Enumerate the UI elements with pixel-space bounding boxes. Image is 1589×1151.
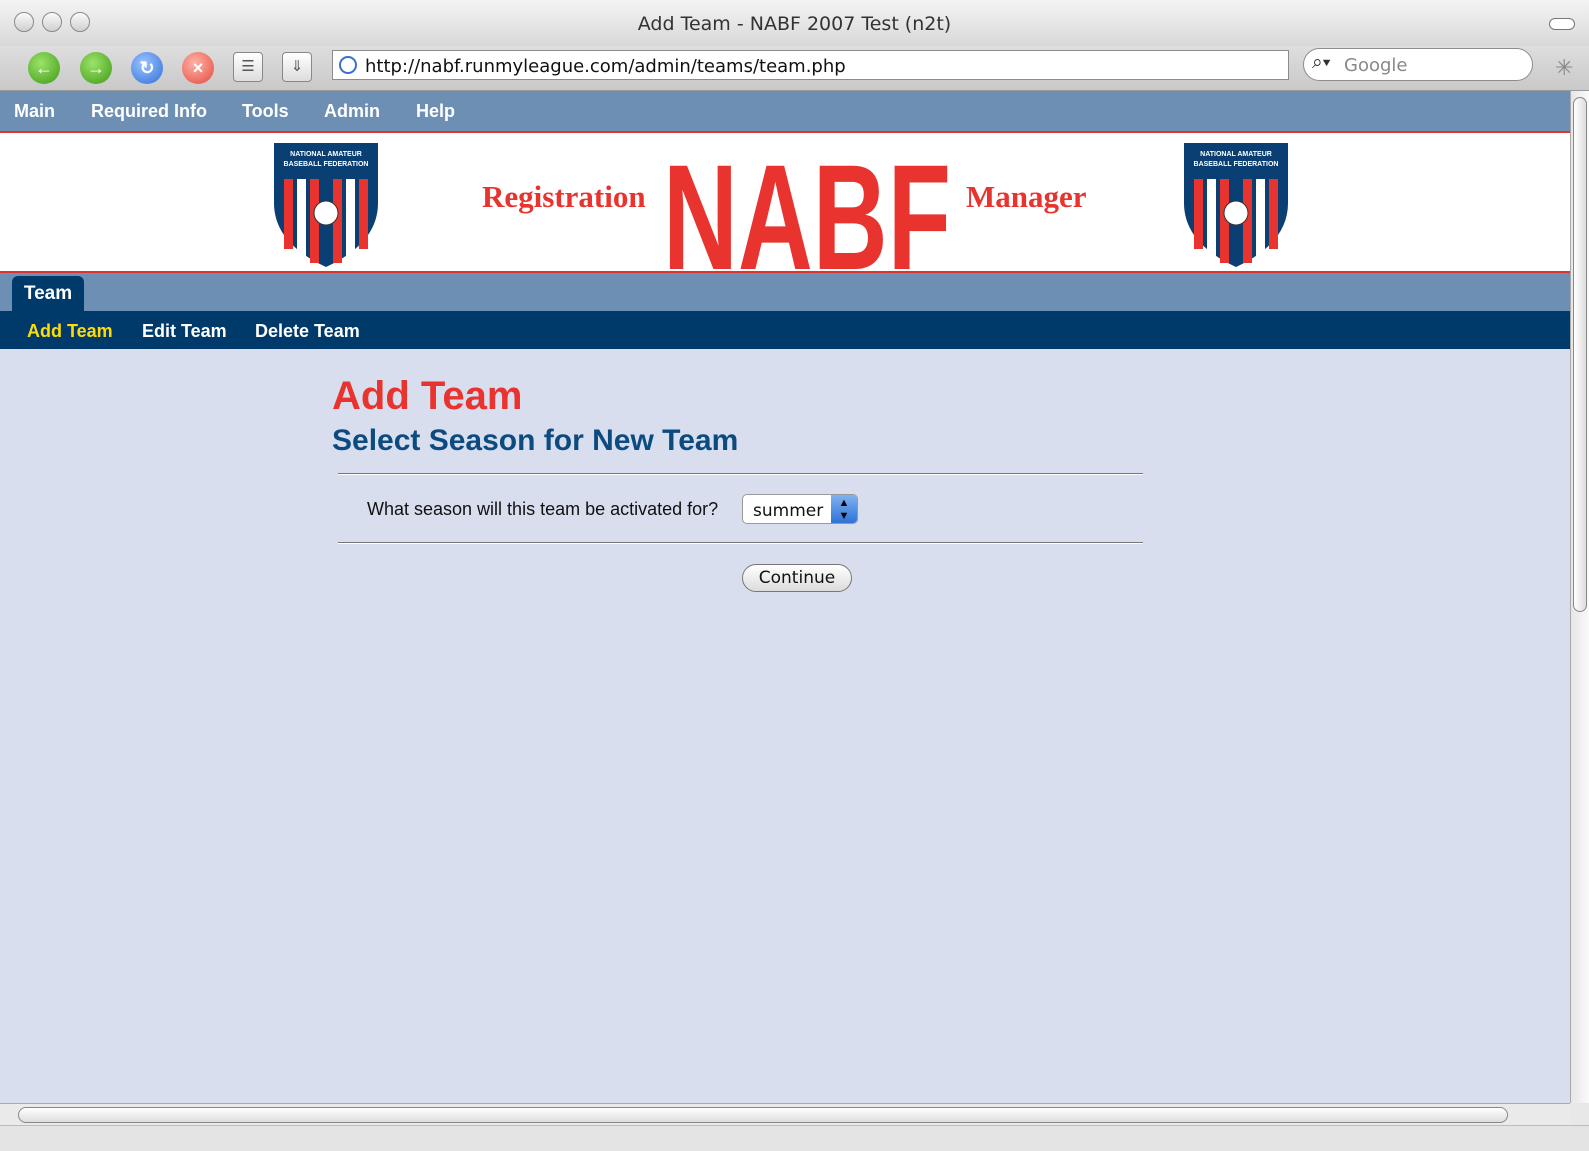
svg-text:NATIONAL AMATEUR: NATIONAL AMATEUR [1200, 151, 1272, 158]
section-tab-bar: Team [0, 273, 1570, 311]
vertical-scrollbar[interactable] [1570, 91, 1589, 1103]
search-field[interactable]: ⌕▾ Google [1303, 48, 1533, 81]
address-bar[interactable]: http://nabf.runmyleague.com/admin/teams/… [332, 50, 1289, 80]
download-button[interactable]: ⇓ [282, 52, 312, 82]
subnav-delete-team[interactable]: Delete Team [255, 321, 360, 342]
loading-spinner-icon: ✳ [1555, 55, 1574, 80]
browser-window: Add Team - NABF 2007 Test (n2t) ← → ↻ × … [0, 0, 1589, 1151]
subnav-add-team[interactable]: Add Team [27, 321, 113, 342]
banner-registration-word: Registration [482, 179, 646, 214]
banner-manager-word: Manager [966, 179, 1087, 214]
season-question-label: What season will this team be activated … [367, 499, 719, 519]
stop-icon: × [192, 58, 204, 78]
svg-text:NABF: NABF [663, 133, 951, 271]
select-stepper-icon: ▲ ▼ [831, 495, 857, 523]
back-arrow-icon: ← [35, 58, 53, 78]
search-placeholder: Google [1344, 55, 1408, 76]
svg-text:NATIONAL AMATEUR: NATIONAL AMATEUR [290, 151, 362, 158]
divider-bottom [338, 542, 1143, 544]
nabf-shield-left-logo: NATIONAL AMATEUR BASEBALL FEDERATION [274, 143, 378, 267]
bookmark-icon: ☰ [241, 58, 255, 75]
download-arrow-icon: ⇓ [290, 58, 304, 75]
toolbar-toggle-button[interactable] [1549, 18, 1575, 30]
subnav-edit-team[interactable]: Edit Team [142, 321, 227, 342]
stop-button[interactable]: × [182, 52, 214, 84]
site-banner: NATIONAL AMATEUR BASEBALL FEDERATION Reg… [0, 133, 1570, 273]
back-button[interactable]: ← [28, 52, 60, 84]
window-title: Add Team - NABF 2007 Test (n2t) [637, 13, 952, 35]
page-subtitle: Select Season for New Team [332, 424, 739, 457]
title-bar: Add Team - NABF 2007 Test (n2t) [0, 0, 1589, 47]
vertical-scroll-thumb[interactable] [1573, 97, 1587, 612]
divider-top [338, 473, 1143, 475]
season-select-value: summer [753, 501, 824, 521]
nav-required-info[interactable]: Required Info [91, 101, 207, 122]
web-page: Main Required Info Tools Admin Help NATI… [0, 91, 1570, 1103]
nav-main[interactable]: Main [14, 101, 55, 122]
svg-text:BASEBALL FEDERATION: BASEBALL FEDERATION [284, 161, 369, 168]
status-bar [0, 1125, 1589, 1151]
horizontal-scrollbar[interactable] [0, 1103, 1570, 1125]
horizontal-scroll-thumb[interactable] [18, 1107, 1508, 1123]
sub-navigation: Add Team Edit Team Delete Team [0, 311, 1570, 349]
forward-button[interactable]: → [80, 52, 112, 84]
reload-button[interactable]: ↻ [131, 52, 163, 84]
tab-team[interactable]: Team [12, 276, 84, 311]
season-select[interactable]: summer ▲ ▼ [742, 494, 858, 524]
forward-arrow-icon: → [87, 58, 105, 78]
nabf-wordmark-logo: NABF [663, 133, 951, 271]
nav-help[interactable]: Help [416, 101, 455, 122]
bookmark-button[interactable]: ☰ [233, 52, 263, 82]
search-icon[interactable]: ⌕▾ [1312, 52, 1331, 74]
reload-icon: ↻ [139, 58, 155, 78]
nav-admin[interactable]: Admin [324, 101, 380, 122]
top-navigation: Main Required Info Tools Admin Help [0, 91, 1570, 133]
continue-button[interactable]: Continue [742, 564, 852, 592]
nabf-shield-right-logo: NATIONAL AMATEUR BASEBALL FEDERATION [1184, 143, 1288, 267]
svg-text:BASEBALL FEDERATION: BASEBALL FEDERATION [1194, 161, 1279, 168]
globe-icon [339, 56, 357, 74]
page-title: Add Team [332, 374, 523, 418]
address-text[interactable]: http://nabf.runmyleague.com/admin/teams/… [365, 56, 846, 77]
nav-tools[interactable]: Tools [242, 101, 289, 122]
